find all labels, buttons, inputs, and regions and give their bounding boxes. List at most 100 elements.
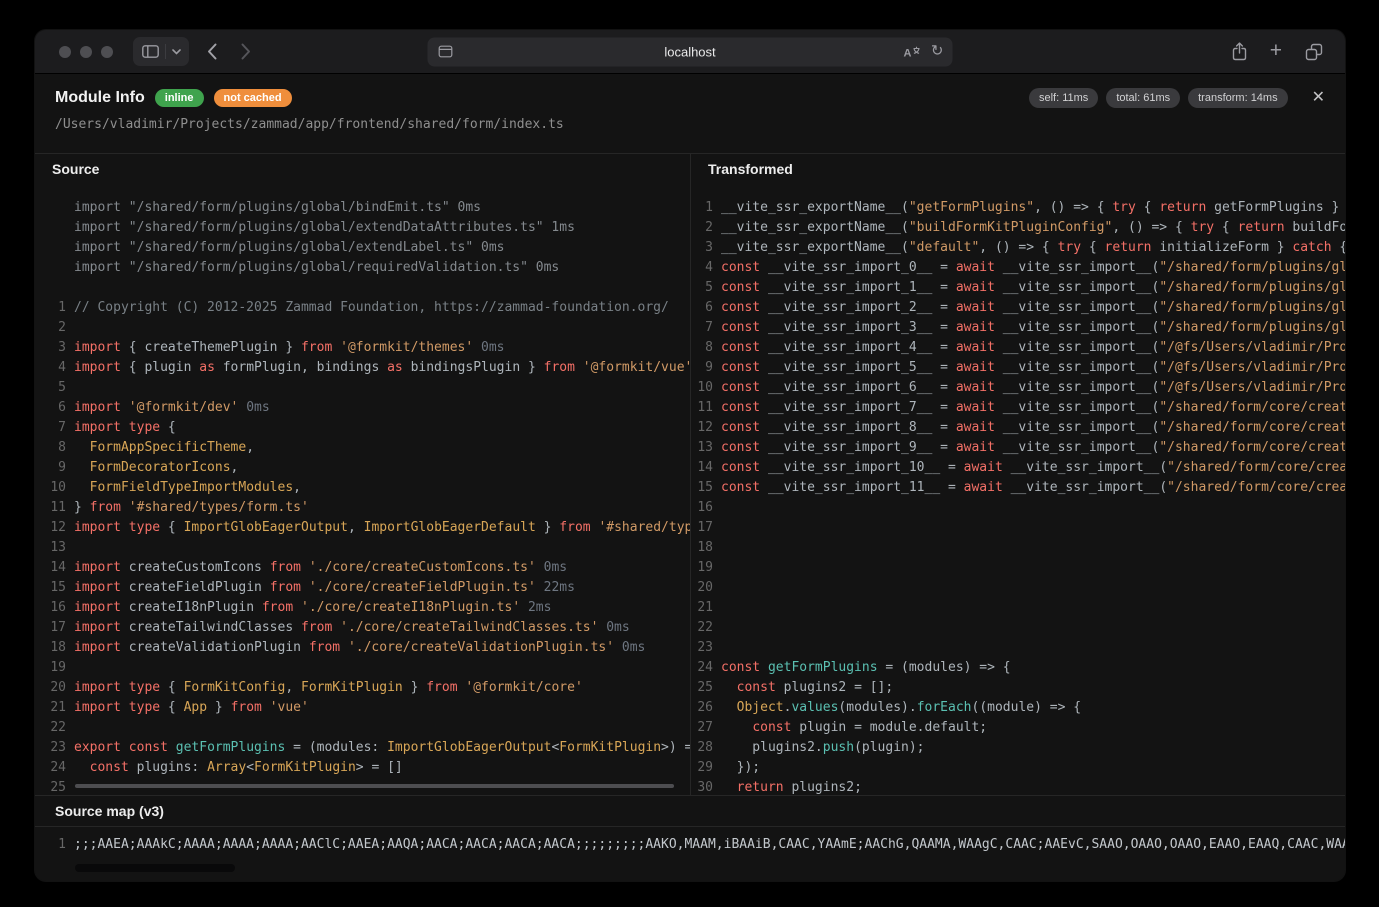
line-content: import "/shared/form/plugins/global/exte… [74,218,690,238]
code-line: 18 [691,538,1345,558]
line-content: const getFormPlugins = (modules) => { [721,658,1345,678]
line-number [35,198,70,218]
code-line: 3import { createThemePlugin } from '@for… [35,338,690,358]
source-pane: Source import "/shared/form/plugins/glob… [35,154,690,795]
line-content: __vite_ssr_exportName__("default", () =>… [721,238,1345,258]
code-line: 19 [691,558,1345,578]
line-content [74,658,690,678]
line-number: 15 [35,578,70,598]
line-content: const plugins: Array<FormKitPlugin> = [] [74,758,690,778]
translate-icon[interactable]: A [904,45,921,58]
line-content: return plugins2; [721,778,1345,795]
horizontal-scrollbar[interactable] [75,784,674,788]
line-number: 23 [691,638,717,658]
code-line: 24 const plugins: Array<FormKitPlugin> =… [35,758,690,778]
svg-text:A: A [904,47,912,58]
share-button[interactable] [1232,42,1247,61]
line-number: 3 [691,238,717,258]
code-line: import "/shared/form/plugins/global/requ… [35,258,690,278]
line-number: 16 [35,598,70,618]
line-number: 21 [691,598,717,618]
line-content [721,598,1345,618]
code-line: 20import type { FormKitConfig, FormKitPl… [35,678,690,698]
zoom-window-button[interactable] [101,46,113,58]
line-content: import { createThemePlugin } from '@form… [74,338,690,358]
line-number: 7 [691,318,717,338]
toolbar-right-buttons: + [1232,42,1323,61]
code-line: 29 }); [691,758,1345,778]
line-content [721,518,1345,538]
line-number: 13 [691,438,717,458]
line-number: 9 [691,358,717,378]
line-content: import createI18nPlugin from './core/cre… [74,598,690,618]
sidebar-toggle-button[interactable] [133,37,189,66]
new-tab-button[interactable]: + [1270,40,1282,61]
line-number: 9 [35,458,70,478]
line-content: export const getFormPlugins = (modules: … [74,738,690,758]
line-number: 24 [691,658,717,678]
code-line: 18import createValidationPlugin from './… [35,638,690,658]
line-number: 12 [691,418,717,438]
minimize-window-button[interactable] [80,46,92,58]
back-button[interactable] [207,43,217,60]
line-number: 4 [691,258,717,278]
line-content: const __vite_ssr_import_4__ = await __vi… [721,338,1345,358]
close-window-button[interactable] [59,46,71,58]
timing-badge-transform: transform: 14ms [1188,88,1287,108]
line-content: const __vite_ssr_import_10__ = await __v… [721,458,1345,478]
forward-button[interactable] [241,43,251,60]
line-content: __vite_ssr_exportName__("getFormPlugins"… [721,198,1345,218]
line-number: 28 [691,738,717,758]
line-number: 27 [691,718,717,738]
line-number: 24 [35,758,70,778]
horizontal-scrollbar-thumb[interactable] [75,864,235,872]
line-number: 25 [691,678,717,698]
status-badge-not-cached: not cached [214,89,292,107]
code-line: 26 Object.values(modules).forEach((modul… [691,698,1345,718]
line-content: import type { App } from 'vue' [74,698,690,718]
code-line: 22 [35,718,690,738]
line-number: 22 [35,718,70,738]
code-line: 17import createTailwindClasses from './c… [35,618,690,638]
code-line: 14const __vite_ssr_import_10__ = await _… [691,458,1345,478]
code-line: 11const __vite_ssr_import_7__ = await __… [691,398,1345,418]
line-number [35,218,70,238]
code-line: 23export const getFormPlugins = (modules… [35,738,690,758]
code-line: 23 [691,638,1345,658]
transformed-code: 1__vite_ssr_exportName__("getFormPlugins… [691,184,1345,795]
line-number: 21 [35,698,70,718]
line-number: 14 [35,558,70,578]
page-settings-icon[interactable] [439,45,453,57]
line-content: const plugins2 = []; [721,678,1345,698]
line-content: import createTailwindClasses from './cor… [74,618,690,638]
code-line: 2__vite_ssr_exportName__("buildFormKitPl… [691,218,1345,238]
line-content: // Copyright (C) 2012-2025 Zammad Founda… [74,298,690,318]
code-line: 4import { plugin as formPlugin, bindings… [35,358,690,378]
line-number: 14 [691,458,717,478]
code-line: 12import type { ImportGlobEagerOutput, I… [35,518,690,538]
module-info-header: Module Info inline not cached self: 11ms… [35,74,1345,154]
close-icon[interactable]: ✕ [1312,90,1325,106]
line-number: 1 [691,198,717,218]
address-bar[interactable]: localhost A ↻ [428,37,953,66]
line-content [721,638,1345,658]
reload-button[interactable]: ↻ [931,41,944,59]
line-number: 3 [35,338,70,358]
code-line: 9 FormDecoratorIcons, [35,458,690,478]
code-line: 8const __vite_ssr_import_4__ = await __v… [691,338,1345,358]
line-number: 12 [35,518,70,538]
code-panes: Source import "/shared/form/plugins/glob… [35,154,1345,795]
code-line: 9const __vite_ssr_import_5__ = await __v… [691,358,1345,378]
code-line: 1__vite_ssr_exportName__("getFormPlugins… [691,198,1345,218]
line-content: FormDecoratorIcons, [74,458,690,478]
line-content: import { plugin as formPlugin, bindings … [74,358,690,378]
line-content: const plugin = module.default; [721,718,1345,738]
code-line: 12const __vite_ssr_import_8__ = await __… [691,418,1345,438]
code-line: 24const getFormPlugins = (modules) => { [691,658,1345,678]
line-content: const __vite_ssr_import_8__ = await __vi… [721,418,1345,438]
transformed-lines: 1__vite_ssr_exportName__("getFormPlugins… [691,198,1345,795]
line-number: 13 [35,538,70,558]
tab-overview-button[interactable] [1305,43,1323,61]
code-line: 25 const plugins2 = []; [691,678,1345,698]
line-number: 10 [35,478,70,498]
